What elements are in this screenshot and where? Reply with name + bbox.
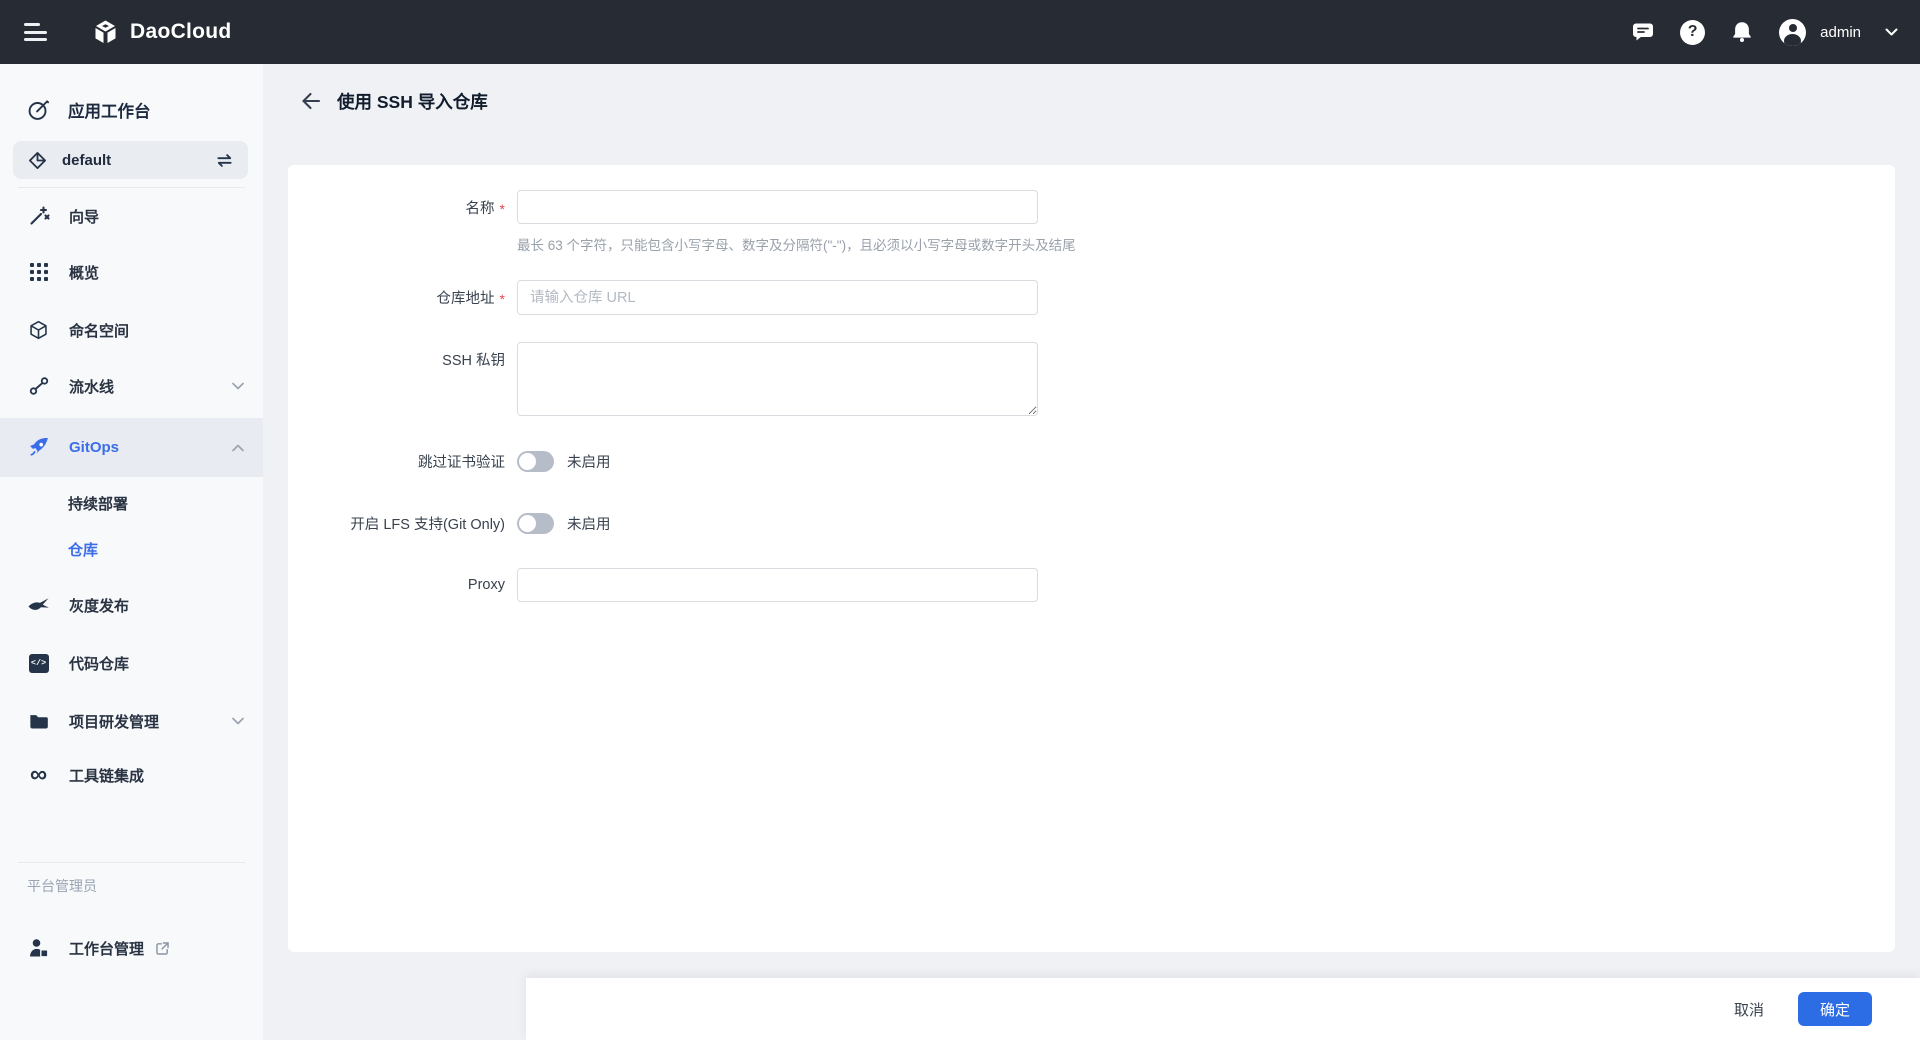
sidebar-item-workbench-mgmt[interactable]: 工作台管理 (0, 920, 263, 976)
namespace-cube-icon (27, 319, 50, 342)
sidebar-item-code-repo[interactable]: </> 代码仓库 (0, 635, 263, 691)
folder-icon (27, 710, 50, 733)
chevron-down-icon[interactable] (1885, 28, 1898, 36)
switch-workspace-icon[interactable] (215, 152, 234, 169)
daocloud-logo-icon (95, 20, 116, 43)
name-label: 名称 * (465, 200, 505, 218)
sidebar-item-gitops[interactable]: GitOps (0, 418, 263, 477)
workspace-selector[interactable]: default (13, 141, 248, 179)
ssh-key-label: SSH 私钥 (442, 352, 505, 369)
repo-url-label: 仓库地址 * (436, 290, 505, 308)
sidebar-item-label: GitOps (69, 439, 120, 456)
sidebar-item-namespace[interactable]: 命名空间 (0, 302, 263, 358)
required-mark: * (499, 201, 505, 217)
proxy-row: Proxy (288, 568, 1895, 602)
sidebar-item-label: 项目研发管理 (69, 713, 160, 731)
menu-icon[interactable] (24, 23, 48, 41)
skip-cert-row: 跳过证书验证 未启用 (288, 447, 1895, 475)
topbar: DaoCloud ? admin (0, 0, 1920, 64)
lfs-row: 开启 LFS 支持(Git Only) 未启用 (288, 509, 1895, 537)
back-arrow-icon[interactable] (299, 90, 321, 112)
sidebar: 应用工作台 default 向导 概览 命名空间 流水线 GitOps 持续部署… (0, 64, 263, 1040)
topbar-right: ? admin (1630, 18, 1920, 46)
sidebar-item-label: 工具链集成 (69, 767, 145, 785)
confirm-button[interactable]: 确定 (1798, 992, 1872, 1026)
brand-name: DaoCloud (130, 20, 232, 43)
name-helper-text: 最长 63 个字符，只能包含小写字母、数字及分隔符("-")，且必须以小写字母或… (517, 238, 1076, 253)
app-root: DaoCloud ? admin 应用工作台 default 向导 概览 命名空… (0, 0, 1920, 1040)
sidebar-item-gray-release[interactable]: 灰度发布 (0, 577, 263, 633)
workspace-icon (27, 150, 47, 170)
admin-workbench-icon (27, 937, 50, 960)
grid-icon (27, 261, 50, 284)
main-content: 使用 SSH 导入仓库 名称 * 最长 63 个字符，只能包含小写字母、数字及分隔… (263, 64, 1920, 1040)
sidebar-header-workbench[interactable]: 应用工作台 (0, 82, 263, 138)
required-mark: * (499, 291, 505, 307)
sidebar-item-label: 持续部署 (68, 495, 129, 513)
help-icon[interactable]: ? (1680, 19, 1706, 45)
skip-cert-toggle[interactable] (517, 450, 554, 472)
avatar[interactable] (1779, 18, 1807, 46)
lfs-state: 未启用 (567, 516, 611, 533)
lfs-toggle[interactable] (517, 512, 554, 534)
sidebar-item-label: 仓库 (68, 541, 99, 559)
sidebar-item-repository[interactable]: 仓库 (0, 526, 263, 572)
sidebar-item-label: 概览 (69, 264, 100, 282)
workbench-icon (27, 99, 50, 122)
action-footer: 取消 确定 (526, 978, 1920, 1040)
cancel-button[interactable]: 取消 (1734, 999, 1764, 1020)
sidebar-item-label: 灰度发布 (69, 597, 130, 615)
repo-url-input[interactable] (517, 280, 1038, 315)
bell-icon[interactable] (1729, 19, 1755, 45)
sidebar-item-label: 流水线 (69, 378, 115, 396)
page-title: 使用 SSH 导入仓库 (337, 91, 488, 112)
sidebar-header-label: 应用工作台 (68, 103, 151, 121)
sidebar-item-toolchain[interactable]: ∞ 工具链集成 (0, 747, 263, 803)
username[interactable]: admin (1820, 24, 1861, 41)
message-icon[interactable] (1630, 19, 1656, 45)
bird-icon (27, 594, 50, 617)
import-repo-form: 名称 * 最长 63 个字符，只能包含小写字母、数字及分隔符("-")，且必须以小… (288, 165, 1895, 602)
sidebar-divider (18, 862, 245, 863)
form-card: 名称 * 最长 63 个字符，只能包含小写字母、数字及分隔符("-")，且必须以小… (288, 165, 1895, 952)
skip-cert-label: 跳过证书验证 (418, 454, 505, 471)
wand-icon (27, 205, 50, 228)
name-row: 名称 * (288, 190, 1895, 224)
infinity-icon: ∞ (27, 761, 50, 788)
ssh-key-textarea[interactable] (517, 342, 1038, 416)
sidebar-item-label: 工作台管理 (69, 940, 145, 958)
sidebar-item-label: 命名空间 (69, 322, 130, 340)
rocket-icon (27, 436, 50, 459)
help-glyph: ? (1687, 23, 1698, 40)
repo-url-row: 仓库地址 * (288, 280, 1895, 315)
chevron-up-icon (232, 444, 244, 452)
sidebar-item-wizard[interactable]: 向导 (0, 188, 263, 244)
chevron-down-icon (232, 382, 244, 390)
lfs-label: 开启 LFS 支持(Git Only) (350, 516, 505, 533)
page-header: 使用 SSH 导入仓库 (263, 64, 488, 138)
infinity-glyph: ∞ (29, 761, 48, 788)
name-input[interactable] (517, 190, 1038, 224)
sidebar-item-label: 代码仓库 (69, 655, 130, 673)
workspace-name: default (62, 151, 112, 169)
sidebar-item-pipeline[interactable]: 流水线 (0, 358, 263, 414)
pipeline-icon (27, 375, 50, 398)
code-glyph: </> (30, 658, 47, 668)
chevron-down-icon (232, 717, 244, 725)
ssh-key-row: SSH 私钥 (288, 342, 1895, 416)
proxy-label: Proxy (467, 577, 505, 593)
brand[interactable]: DaoCloud (92, 19, 232, 46)
proxy-input[interactable] (517, 568, 1038, 602)
sidebar-item-overview[interactable]: 概览 (0, 244, 263, 300)
skip-cert-state: 未启用 (567, 454, 611, 471)
sidebar-item-label: 向导 (69, 208, 100, 226)
sidebar-section-label: 平台管理员 (27, 878, 97, 894)
sidebar-item-continuous-deploy[interactable]: 持续部署 (0, 480, 263, 526)
external-link-icon (154, 940, 171, 957)
sidebar-item-project-mgmt[interactable]: 项目研发管理 (0, 693, 263, 749)
code-repo-icon: </> (27, 652, 50, 675)
